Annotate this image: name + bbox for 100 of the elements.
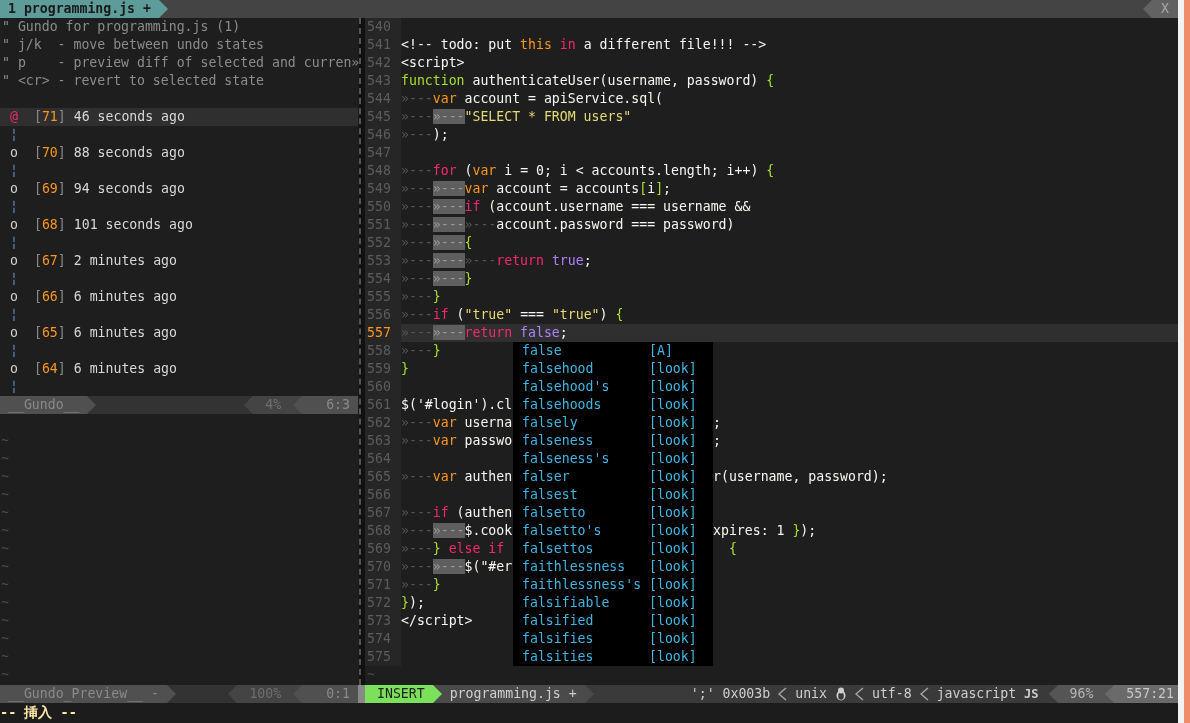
bracket: ] — [57, 144, 66, 162]
completion-item[interactable]: falsettos — [522, 540, 649, 558]
undo-state-row[interactable]: o [66] 6 minutes ago — [0, 288, 358, 306]
completion-item[interactable]: falseness — [522, 432, 649, 450]
completion-item[interactable]: faithlessness's — [522, 576, 649, 594]
undo-time: 6 minutes ago — [73, 288, 177, 306]
completion-item[interactable]: falsities — [522, 648, 649, 666]
graph-connector: ¦ — [10, 306, 18, 324]
completion-item[interactable]: falser — [522, 468, 649, 486]
completion-item[interactable]: falsifies — [522, 630, 649, 648]
code-line: »---»---»---account.password === password) — [401, 216, 735, 234]
graph-connector: ¦ — [10, 270, 18, 288]
completion-item[interactable]: falsehood — [522, 360, 649, 378]
completion-item[interactable]: false — [522, 342, 649, 360]
completion-item[interactable]: falsified — [522, 612, 649, 630]
undo-state-row[interactable]: o [70] 88 seconds ago — [0, 144, 358, 162]
completion-item[interactable]: falsehood's — [522, 378, 649, 396]
bracket: ] — [57, 180, 66, 198]
completion-item[interactable]: falsehoods — [522, 396, 649, 414]
code-line: <!-- todo: put this in a different file!!! --> — [401, 36, 767, 54]
empty-line-marker: ~ — [0, 594, 9, 612]
undo-number: 70 — [41, 144, 58, 162]
bracket: [ — [33, 180, 42, 198]
graph-connector: ¦ — [10, 342, 18, 360]
code-line: »---»---"SELECT * FROM users" — [401, 108, 632, 126]
code-line: »---»---} — [401, 270, 473, 288]
completion-item[interactable]: falsifiable — [522, 594, 649, 612]
undo-time: 6 minutes ago — [73, 324, 177, 342]
undo-state-row[interactable]: @ [71] 46 seconds ago — [0, 108, 358, 126]
file-type: javascript — [936, 684, 1017, 703]
undo-state-row[interactable]: o [67] 2 minutes ago — [0, 252, 358, 270]
empty-line-marker: ~ — [0, 666, 9, 684]
empty-line-marker: ~ — [0, 540, 9, 558]
undo-state-row[interactable]: o [65] 6 minutes ago — [0, 324, 358, 342]
bracket: ] — [57, 324, 66, 342]
source-tag: [look] — [649, 558, 697, 576]
empty-line-marker: ~ — [0, 576, 9, 594]
bracket: ] — [57, 288, 66, 306]
code-line: »---); — [401, 126, 449, 144]
bracket: ] — [57, 216, 66, 234]
split-handle[interactable] — [358, 684, 365, 703]
empty-line-marker: ~ — [366, 666, 375, 684]
code-line: r(username, password); — [713, 468, 888, 486]
code-line: »---»---var account = accounts[i]; — [401, 180, 672, 198]
empty-line-marker: ~ — [0, 648, 9, 666]
command-line-message: -- 挿入 -- — [0, 702, 77, 722]
powerline-arrow-icon — [1143, 0, 1152, 18]
node-marker: o — [10, 180, 18, 198]
completion-item[interactable]: falseness's — [522, 450, 649, 468]
powerline-arrow-icon — [158, 0, 168, 18]
completion-item[interactable]: faithlessness — [522, 558, 649, 576]
bracket: [ — [33, 144, 42, 162]
file-format: unix — [795, 684, 827, 703]
filetype-label: JS — [1024, 685, 1039, 703]
bracket: ] — [57, 108, 66, 126]
source-tag: [look] — [649, 378, 697, 396]
file-encoding: utf-8 — [871, 684, 912, 703]
undo-state-row[interactable]: o [69] 94 seconds ago — [0, 180, 358, 198]
powerline-arrow-icon — [584, 684, 594, 703]
completion-item[interactable]: falsest — [522, 486, 649, 504]
code-line: ; — [713, 432, 721, 450]
undo-number: 64 — [41, 360, 58, 378]
source-tag: [look] — [649, 522, 697, 540]
node-marker: o — [10, 252, 18, 270]
graph-connector: ¦ — [10, 162, 18, 180]
undo-time: 88 seconds ago — [73, 144, 185, 162]
completion-item[interactable]: falsetto's — [522, 522, 649, 540]
completion-item[interactable]: falsetto — [522, 504, 649, 522]
code-line: $('#login').cl — [401, 396, 513, 414]
undo-state-row[interactable]: o [68] 101 seconds ago — [0, 216, 358, 234]
completion-item[interactable]: falsely — [522, 414, 649, 432]
help-comment: " j/k - move between undo states — [1, 36, 264, 54]
code-line: »---var authen — [401, 468, 513, 486]
powerline-arrow-icon — [87, 396, 97, 414]
code-line: ; — [713, 414, 721, 432]
source-tag: [look] — [649, 630, 697, 648]
undo-number: 65 — [41, 324, 58, 342]
source-tag: [look] — [649, 432, 697, 450]
code-line: xpires: 1 }); — [713, 522, 817, 540]
powerline-arrow-icon — [1048, 684, 1058, 703]
node-marker: o — [10, 288, 18, 306]
bracket: [ — [33, 108, 42, 126]
line-number: 557 — [365, 324, 401, 342]
empty-line-marker: ~ — [0, 630, 9, 648]
source-tag: [look] — [649, 576, 697, 594]
empty-line-marker: ~ — [0, 558, 9, 576]
undo-state-row[interactable]: o [64] 6 minutes ago — [0, 360, 358, 378]
code-line: »---»---return false; — [401, 324, 568, 342]
code-line: »---if ("true" === "true") { — [401, 306, 624, 324]
bracket: [ — [33, 360, 42, 378]
code-line: »---if (authen — [401, 504, 513, 522]
undo-time: 46 seconds ago — [73, 108, 185, 126]
source-tag: [look] — [649, 540, 697, 558]
undo-number: 69 — [41, 180, 58, 198]
bracket: [ — [33, 324, 42, 342]
code-line: »---»---$.cook — [401, 522, 513, 540]
code-line: »---} — [401, 288, 441, 306]
undo-time: 101 seconds ago — [73, 216, 193, 234]
help-comment: " p - preview diff of selected and curren» — [1, 54, 360, 72]
undo-number: 71 — [41, 108, 58, 126]
